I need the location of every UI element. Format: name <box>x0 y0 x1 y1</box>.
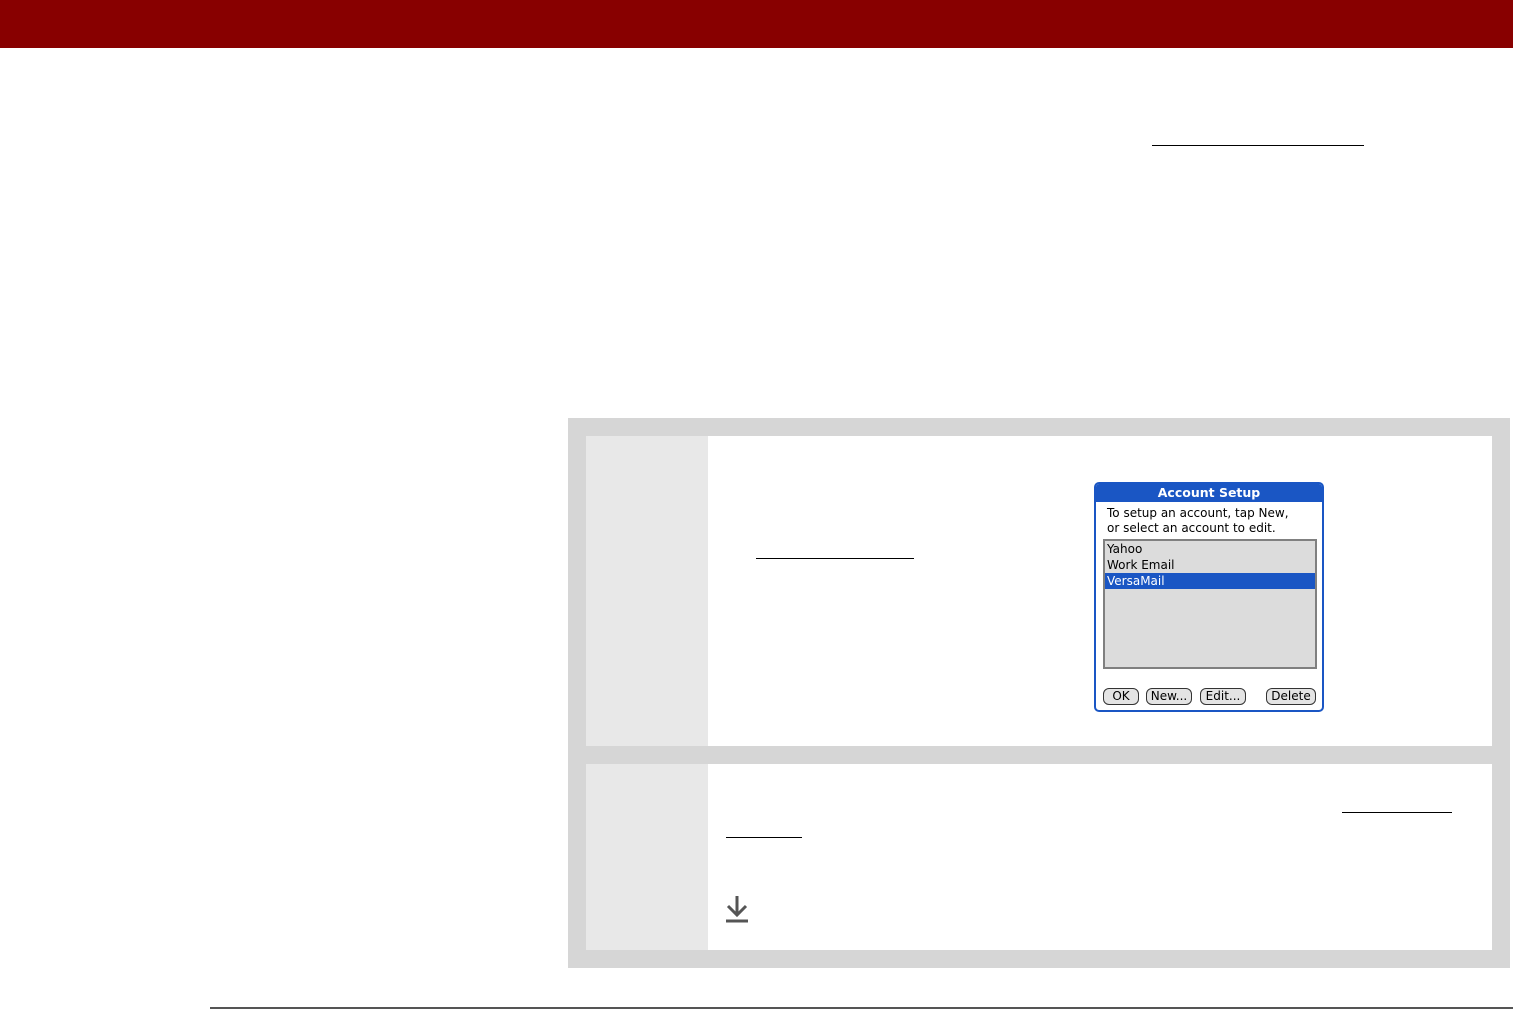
link-underline[interactable] <box>726 837 802 838</box>
link-underline[interactable] <box>1342 812 1452 813</box>
new-button[interactable]: New... <box>1146 688 1192 705</box>
footer-rule <box>210 1007 1513 1009</box>
account-item-yahoo[interactable]: Yahoo <box>1105 541 1315 557</box>
step-number-cell <box>586 764 708 950</box>
dialog-title: Account Setup <box>1096 484 1322 502</box>
ok-button[interactable]: OK <box>1103 688 1139 705</box>
account-item-work-email[interactable]: Work Email <box>1105 557 1315 573</box>
instruction-line: To setup an account, tap New, <box>1107 506 1289 520</box>
steps-panel: Account Setup To setup an account, tap N… <box>568 418 1510 968</box>
step-body: Account Setup To setup an account, tap N… <box>708 436 1492 746</box>
dialog-button-bar: OK New... Edit... Delete <box>1103 688 1317 706</box>
dialog-instructions: To setup an account, tap New, or select … <box>1107 506 1289 536</box>
account-setup-dialog: Account Setup To setup an account, tap N… <box>1094 482 1324 712</box>
account-item-versamail[interactable]: VersaMail <box>1105 573 1315 589</box>
link-underline[interactable] <box>1152 145 1364 146</box>
account-list[interactable]: Yahoo Work Email VersaMail <box>1103 539 1317 669</box>
step-body <box>708 764 1492 950</box>
step-row-2 <box>586 764 1492 950</box>
delete-button[interactable]: Delete <box>1266 688 1316 705</box>
link-underline[interactable] <box>756 558 914 559</box>
instruction-line: or select an account to edit. <box>1107 521 1276 535</box>
down-arrow-icon <box>726 896 748 923</box>
step-number-cell <box>586 436 708 746</box>
edit-button[interactable]: Edit... <box>1200 688 1246 705</box>
step-row-1: Account Setup To setup an account, tap N… <box>586 436 1492 746</box>
top-bar <box>0 0 1513 48</box>
